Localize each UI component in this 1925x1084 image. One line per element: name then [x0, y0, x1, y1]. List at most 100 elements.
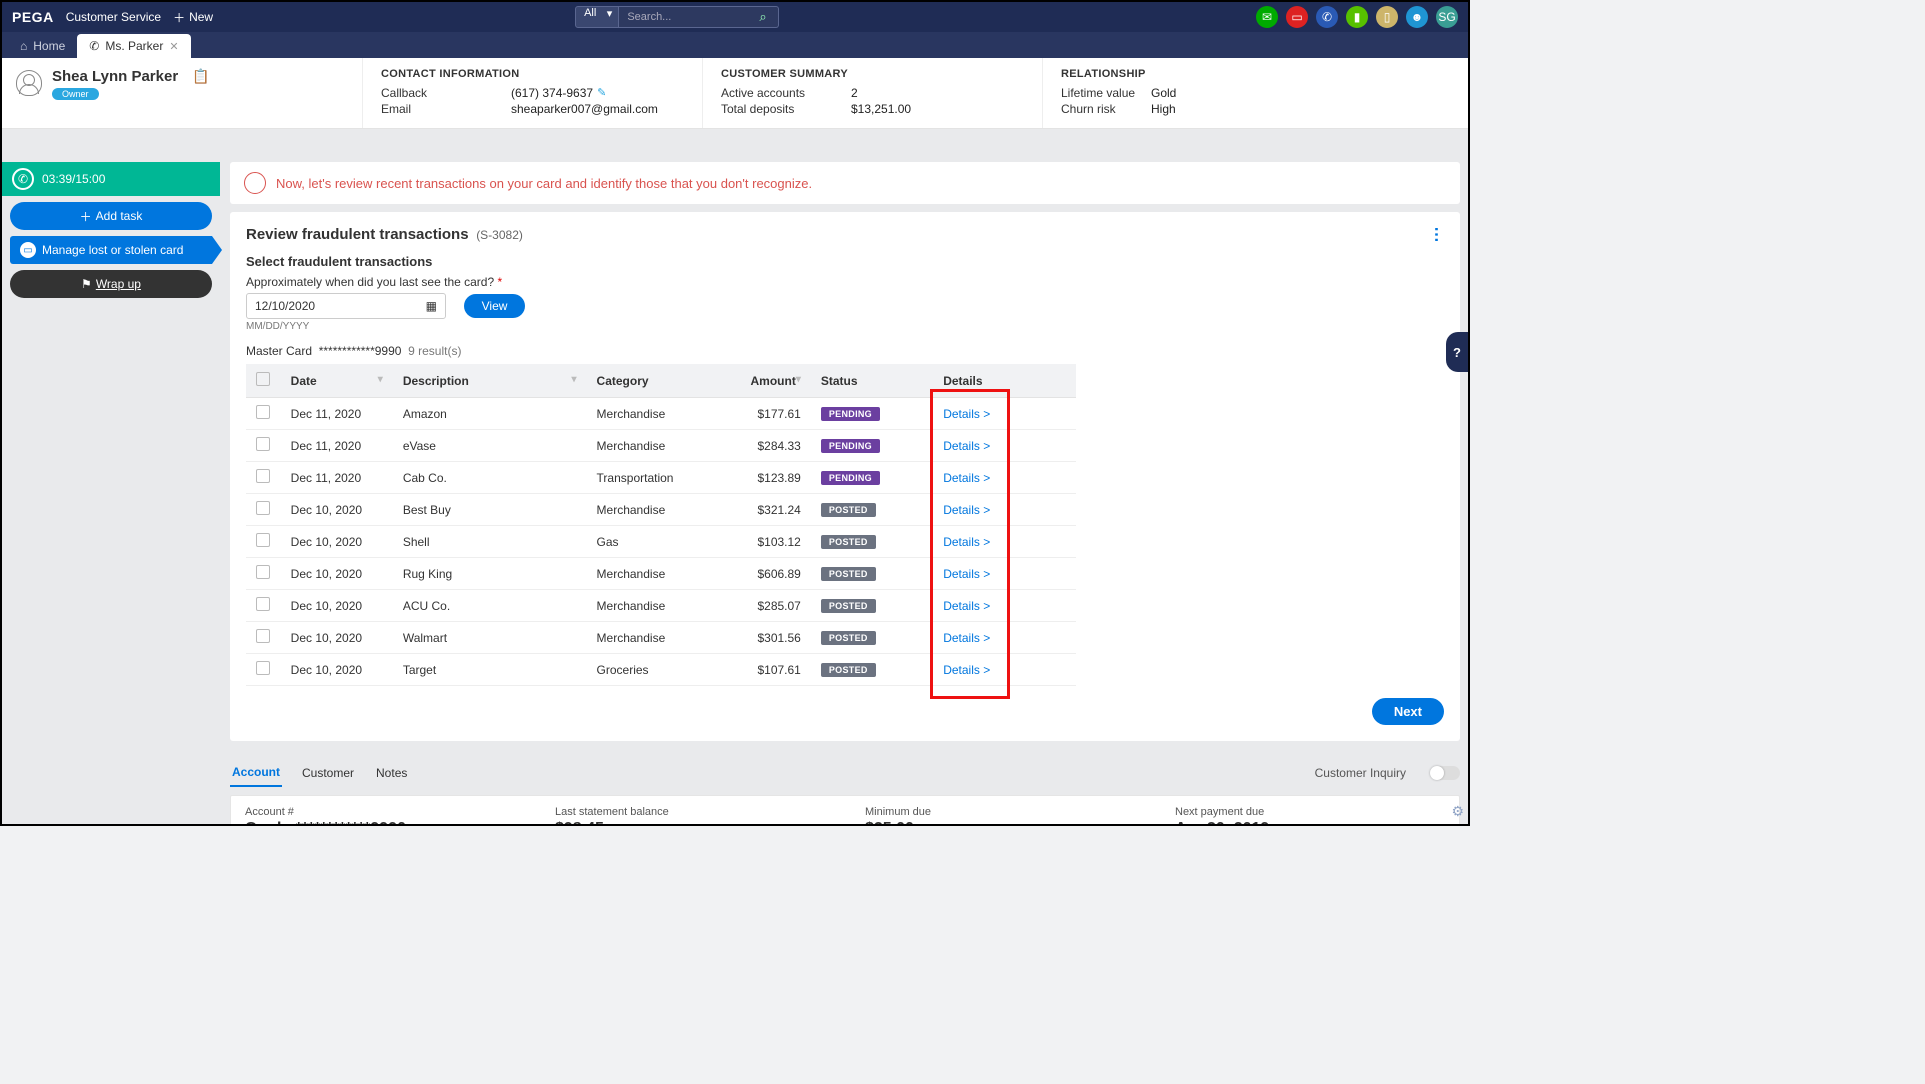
calendar-icon[interactable]: ▦ [426, 299, 437, 313]
cell-category: Merchandise [587, 494, 720, 526]
wrap-up-button[interactable]: ⚑Wrap up [10, 270, 212, 298]
inquiry-toggle[interactable] [1430, 766, 1460, 780]
robot-icon[interactable]: ☻ [1406, 6, 1428, 28]
new-button[interactable]: ＋ New [173, 9, 213, 26]
close-icon[interactable]: ✕ [169, 40, 178, 53]
fraud-panel: Review fraudulent transactions (S-3082) … [230, 212, 1460, 741]
cell-date: Dec 10, 2020 [281, 590, 393, 622]
row-checkbox[interactable] [256, 597, 270, 611]
date-hint: MM/DD/YYYY [246, 321, 1444, 332]
phone-icon[interactable]: ✆ [1316, 6, 1338, 28]
select-all-checkbox[interactable] [256, 372, 270, 386]
tab-customer-label: Ms. Parker [105, 39, 163, 53]
cell-status: PENDING [811, 462, 933, 494]
next-pay-label: Next payment due [1175, 806, 1445, 818]
cell-description: Cab Co. [393, 462, 587, 494]
date-input[interactable]: 12/10/2020▦ [246, 293, 446, 319]
add-task-button[interactable]: ＋Add task [10, 202, 212, 230]
details-link[interactable]: Details > [943, 567, 990, 581]
lifetime-label: Lifetime value [1061, 86, 1151, 100]
row-checkbox[interactable] [256, 661, 270, 675]
search-icon[interactable]: ⌕ [759, 9, 766, 25]
min-due-value: $25.00 [865, 820, 1135, 824]
home-icon: ⌂ [20, 39, 27, 53]
table-row: Dec 10, 2020TargetGroceries$107.61POSTED… [246, 654, 1076, 686]
row-checkbox[interactable] [256, 501, 270, 515]
more-actions-icon[interactable]: ⋯ [1427, 227, 1447, 242]
details-link[interactable]: Details > [943, 407, 990, 421]
wrap-up-label: Wrap up [96, 277, 141, 291]
section-heading: Select fraudulent transactions [246, 254, 1444, 269]
mail-icon[interactable]: ✉ [1256, 6, 1278, 28]
churn-value: High [1151, 102, 1176, 116]
user-avatar[interactable]: SG [1436, 6, 1458, 28]
details-link[interactable]: Details > [943, 663, 990, 677]
tab-home-label: Home [33, 39, 65, 53]
clipboard-icon[interactable]: 📋 [192, 68, 209, 118]
edit-icon[interactable]: ✎ [597, 86, 606, 100]
tab-customer[interactable]: ✆Ms. Parker✕ [77, 34, 190, 58]
detail-tabs: Account Customer Notes Customer Inquiry [230, 759, 1460, 787]
cell-description: ACU Co. [393, 590, 587, 622]
contact-info-block: CONTACT INFORMATION Callback(617) 374-96… [362, 58, 702, 128]
tab-notes[interactable]: Notes [374, 760, 409, 786]
cell-amount: $284.33 [719, 430, 811, 462]
case-id: (S-3082) [476, 228, 523, 242]
cell-description: Rug King [393, 558, 587, 590]
row-checkbox[interactable] [256, 629, 270, 643]
new-label: New [189, 10, 213, 24]
filter-icon[interactable]: ▾ [378, 374, 383, 385]
gear-icon[interactable]: ⚙ [1451, 803, 1464, 820]
cell-status: POSTED [811, 590, 933, 622]
filter-icon[interactable]: ▾ [572, 374, 577, 385]
details-link[interactable]: Details > [943, 471, 990, 485]
tab-home[interactable]: ⌂ Home [8, 34, 77, 58]
stage-manage-card[interactable]: ▭Manage lost or stolen card [10, 236, 212, 264]
details-link[interactable]: Details > [943, 599, 990, 613]
cell-category: Gas [587, 526, 720, 558]
plus-icon: ＋ [173, 9, 185, 26]
cell-description: Amazon [393, 398, 587, 430]
tab-customer[interactable]: Customer [300, 760, 356, 786]
next-button[interactable]: Next [1372, 698, 1444, 725]
chat-icon[interactable]: ▭ [1286, 6, 1308, 28]
col-date[interactable]: Date▾ [281, 364, 393, 398]
col-amount[interactable]: Amount▾ [719, 364, 811, 398]
cell-category: Merchandise [587, 398, 720, 430]
filter-icon[interactable]: ▾ [796, 374, 801, 385]
help-button[interactable]: ? [1446, 332, 1468, 372]
row-checkbox[interactable] [256, 533, 270, 547]
status-icon[interactable]: ▮ [1346, 6, 1368, 28]
customer-header: Shea Lynn Parker Owner 📋 CONTACT INFORMA… [2, 58, 1468, 129]
cell-status: POSTED [811, 526, 933, 558]
cell-status: PENDING [811, 398, 933, 430]
details-link[interactable]: Details > [943, 631, 990, 645]
details-link[interactable]: Details > [943, 439, 990, 453]
workspace-tabs: ⌂Home ✆Ms. Parker✕ [2, 32, 1468, 58]
cell-category: Transportation [587, 462, 720, 494]
cell-amount: $606.89 [719, 558, 811, 590]
cell-amount: $285.07 [719, 590, 811, 622]
search-scope-select[interactable]: All [575, 6, 619, 28]
cell-amount: $301.56 [719, 622, 811, 654]
search-input[interactable] [619, 6, 779, 28]
view-button[interactable]: View [464, 294, 526, 318]
col-description[interactable]: Description▾ [393, 364, 587, 398]
col-category[interactable]: Category [587, 364, 720, 398]
row-checkbox[interactable] [256, 437, 270, 451]
lifetime-value: Gold [1151, 86, 1176, 100]
tab-account[interactable]: Account [230, 759, 282, 787]
details-link[interactable]: Details > [943, 503, 990, 517]
row-checkbox[interactable] [256, 405, 270, 419]
bar-icon[interactable]: ▯ [1376, 6, 1398, 28]
summary-heading: CUSTOMER SUMMARY [721, 68, 1024, 80]
cell-description: Target [393, 654, 587, 686]
col-status[interactable]: Status [811, 364, 933, 398]
cell-date: Dec 11, 2020 [281, 398, 393, 430]
details-link[interactable]: Details > [943, 535, 990, 549]
cell-date: Dec 10, 2020 [281, 558, 393, 590]
customer-identity: Shea Lynn Parker Owner 📋 [2, 58, 362, 128]
row-checkbox[interactable] [256, 565, 270, 579]
panel-title: Review fraudulent transactions [246, 226, 469, 243]
row-checkbox[interactable] [256, 469, 270, 483]
